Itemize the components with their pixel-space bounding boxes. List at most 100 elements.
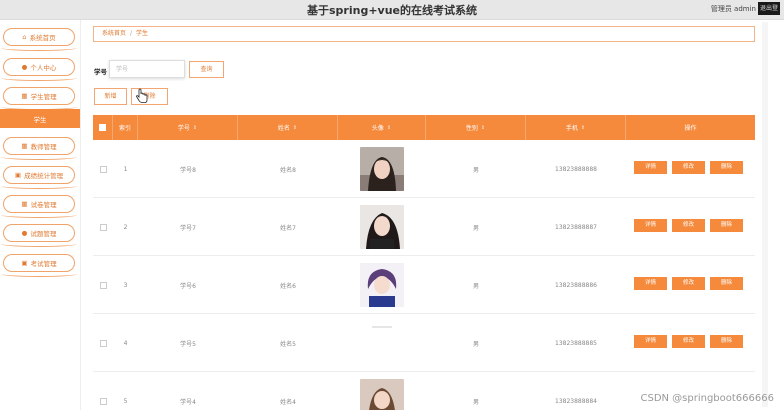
sort-icon[interactable]: ⇕ [481, 125, 485, 131]
sidebar-item-label: 学生管理 [30, 93, 57, 101]
column-header[interactable]: 手机 ⇕ [526, 115, 626, 140]
sidebar-item-papers[interactable]: ▦ 试卷管理 [1, 195, 77, 218]
sidebar-item-scores[interactable]: ▣ 成绩统计管理 [1, 166, 77, 189]
row-checkbox[interactable] [99, 339, 107, 347]
delete-row-button[interactable]: 删除 [710, 335, 743, 348]
grid-icon: ▦ [21, 200, 28, 208]
delete-row-button[interactable]: 删除 [710, 219, 743, 232]
cell-avatar [338, 256, 426, 314]
cell-name: 姓名8 [280, 166, 296, 174]
select-all-checkbox[interactable] [99, 124, 106, 131]
column-header-label: 头像 [371, 125, 384, 132]
cell-actions: 详情 修改 删除 [626, 140, 755, 198]
breadcrumb: 系统首页 / 学生 [93, 26, 755, 42]
column-header: 索引 [113, 115, 138, 140]
table-header: 索引 学号 ⇕ 姓名 ⇕ 头像 ⇕ 性别 ⇕ 手机 ⇕ 操作 [93, 115, 755, 140]
cell-student-id: 学号4 [180, 398, 196, 406]
admin-label: 管理员 admin [710, 5, 756, 13]
column-header[interactable]: 姓名 ⇕ [238, 115, 338, 140]
row-checkbox[interactable] [99, 281, 107, 289]
sidebar-item-label: 成绩统计管理 [24, 172, 64, 180]
cell-index: 3 [123, 281, 128, 289]
sidebar-item-students[interactable]: ▦ 学生管理 [1, 87, 77, 110]
sidebar-item-profile[interactable]: ● 个人中心 [1, 58, 77, 81]
column-header-label: 性别 [465, 125, 478, 132]
cell-gender: 男 [472, 398, 479, 406]
sort-icon[interactable]: ⇕ [581, 125, 585, 131]
row-select-cell [93, 256, 113, 314]
cell-phone: 13823888885 [555, 339, 597, 347]
sidebar-item-exams[interactable]: ▣ 考试管理 [1, 254, 77, 277]
cell-name: 姓名6 [280, 282, 296, 290]
edit-button[interactable]: 修改 [672, 335, 705, 348]
sidebar-item-label: 考试管理 [30, 260, 57, 268]
table-row: 4 学号5 姓名5 男 13823888885 详情 修改 删除 [93, 314, 755, 372]
edit-button[interactable]: 修改 [672, 161, 705, 174]
table-row: 2 学号7 姓名7 男 13823888887 详情 修改 删除 [93, 198, 755, 256]
cell-index: 2 [123, 223, 128, 231]
user-icon: ● [21, 63, 28, 71]
column-header[interactable]: 头像 ⇕ [338, 115, 426, 140]
column-header-label: 操作 [684, 125, 697, 132]
delete-row-button[interactable]: 删除 [710, 161, 743, 174]
detail-button[interactable]: 详情 [634, 161, 667, 174]
select-all-cell [93, 115, 113, 140]
avatar-placeholder [372, 326, 392, 328]
table-row: 1 学号8 姓名8 男 13823888888 详情 修改 删除 [93, 140, 755, 198]
sidebar-subitem-student[interactable]: 学生 [0, 109, 80, 128]
cell-name: 姓名4 [280, 398, 296, 406]
sidebar-item-questions[interactable]: ● 试题管理 [1, 224, 77, 247]
row-select-cell [93, 372, 113, 410]
avatar-image [360, 205, 404, 249]
row-select-cell [93, 314, 113, 372]
cell-name: 姓名5 [280, 340, 296, 348]
sidebar-item-label: 试题管理 [30, 230, 57, 238]
add-button[interactable]: 新增 [94, 88, 127, 105]
cell-phone: 13823888888 [555, 165, 597, 173]
delete-row-button[interactable]: 删除 [710, 277, 743, 290]
row-checkbox[interactable] [99, 223, 107, 231]
detail-button[interactable]: 详情 [634, 277, 667, 290]
user-icon: ● [21, 229, 28, 237]
sidebar-item-label: 试卷管理 [30, 201, 57, 209]
sidebar-item-teachers[interactable]: ▦ 教师管理 [1, 137, 77, 160]
watermark: CSDN @springboot666666 [640, 393, 774, 404]
page-title: 基于spring+vue的在线考试系统 [307, 4, 477, 17]
cell-index: 4 [123, 339, 128, 347]
cell-index: 1 [123, 165, 128, 173]
sidebar-item-home[interactable]: ⌂ 系统首页 [1, 28, 77, 51]
cell-phone: 13823888884 [555, 397, 597, 405]
sidebar: ⌂ 系统首页 ● 个人中心 ▦ 学生管理 学生 ▦ 教师管理 ▣ 成绩统计管理 … [0, 20, 81, 410]
logout-button[interactable]: 退出登录 [758, 2, 780, 15]
sort-icon[interactable]: ⇕ [387, 125, 391, 131]
cell-actions: 详情 修改 删除 [626, 198, 755, 256]
row-checkbox[interactable] [99, 397, 107, 405]
edit-button[interactable]: 修改 [672, 277, 705, 290]
row-checkbox[interactable] [99, 165, 107, 173]
cell-gender: 男 [472, 340, 479, 348]
cell-gender: 男 [472, 166, 479, 174]
query-button[interactable]: 查询 [189, 61, 224, 78]
sidebar-item-label: 系统首页 [29, 34, 56, 42]
scrollbar[interactable] [762, 22, 768, 407]
cell-name: 姓名7 [280, 224, 296, 232]
breadcrumb-home[interactable]: 系统首页 [102, 30, 126, 37]
sort-icon[interactable]: ⇕ [193, 125, 197, 131]
cell-avatar [338, 140, 426, 198]
avatar-image [360, 147, 404, 191]
sidebar-item-label: 教师管理 [30, 143, 57, 151]
hand-cursor-icon [136, 88, 148, 103]
search-input[interactable] [109, 60, 185, 78]
column-header[interactable]: 学号 ⇕ [138, 115, 238, 140]
edit-button[interactable]: 修改 [672, 219, 705, 232]
cell-student-id: 学号6 [180, 282, 196, 290]
home-icon: ⌂ [22, 33, 27, 41]
cell-phone: 13823888886 [555, 281, 597, 289]
sort-icon[interactable]: ⇕ [293, 125, 297, 131]
detail-button[interactable]: 详情 [634, 335, 667, 348]
column-header[interactable]: 性别 ⇕ [426, 115, 526, 140]
column-header-label: 索引 [118, 125, 131, 132]
sidebar-item-label: 个人中心 [30, 64, 57, 72]
detail-button[interactable]: 详情 [634, 219, 667, 232]
table-row: 5 学号4 姓名4 男 13823888884 [93, 372, 755, 410]
